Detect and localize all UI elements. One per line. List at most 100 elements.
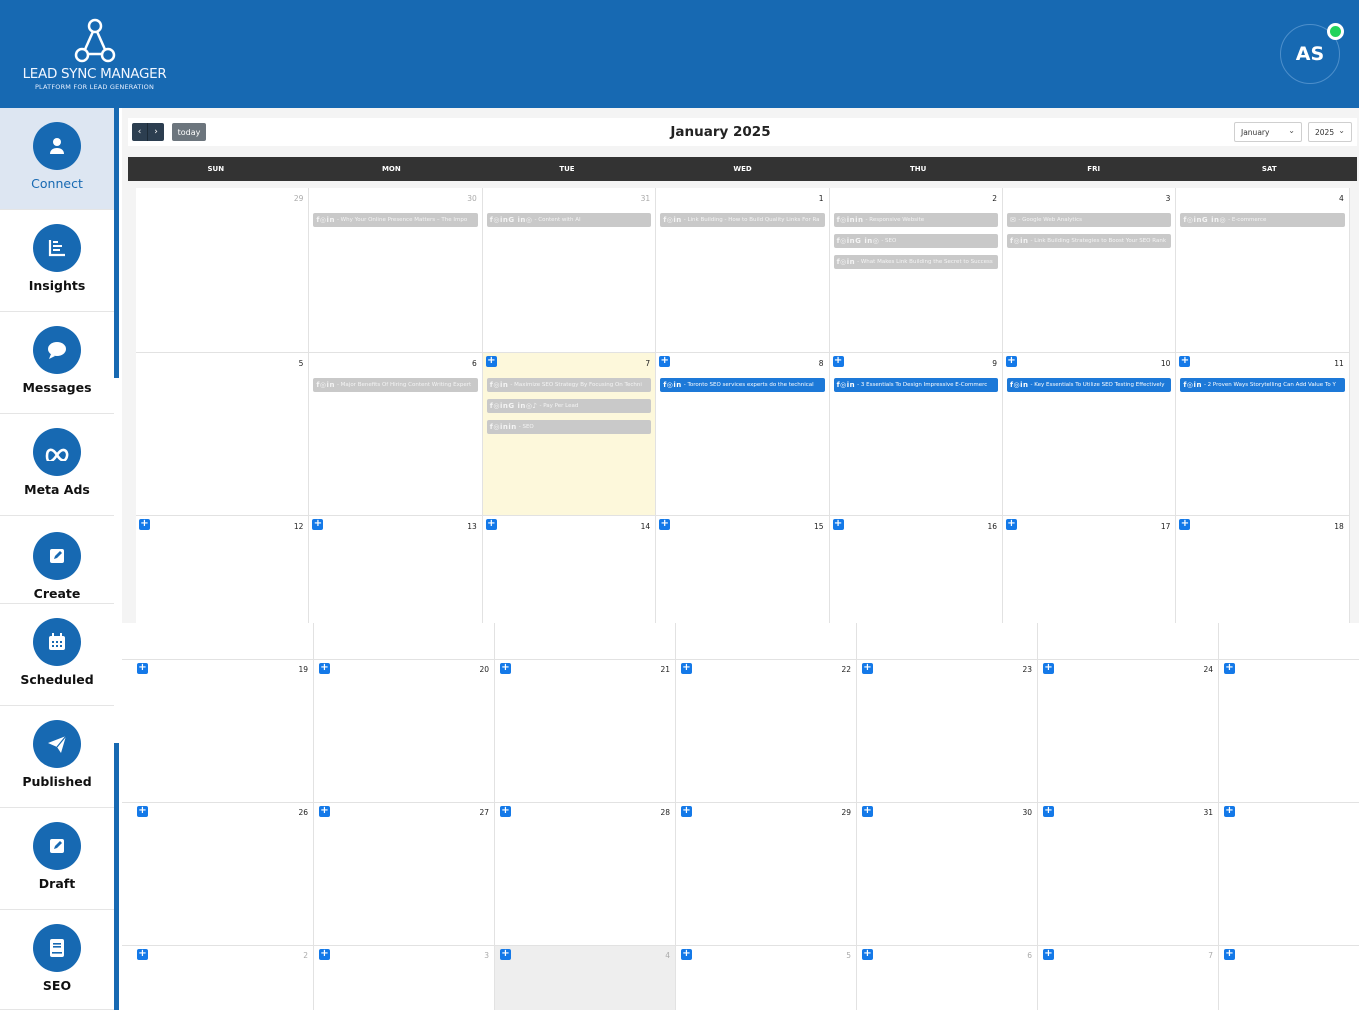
add-post-button[interactable]: + <box>832 356 844 367</box>
sidebar-item-create[interactable]: Create <box>0 516 114 604</box>
scheduled-post-event[interactable]: f◎in - 3 Essentials To Design Impressive … <box>833 378 998 392</box>
scheduled-post-event[interactable]: f◎inin - Responsive Website <box>833 213 998 227</box>
sidebar-item-insights[interactable]: Insights <box>0 210 114 312</box>
day-cell[interactable]: +31 <box>1037 802 1218 945</box>
day-cell[interactable]: +27 <box>313 802 494 945</box>
scheduled-post-event[interactable]: f◎inin - SEO <box>486 420 652 434</box>
add-post-button[interactable]: + <box>500 949 511 960</box>
sidebar-item-meta-ads[interactable]: Meta Ads <box>0 414 114 516</box>
add-post-button[interactable]: + <box>137 663 148 674</box>
day-cell[interactable]: +5 <box>675 945 856 1010</box>
add-post-button[interactable]: + <box>137 806 148 817</box>
sidebar-item-connect[interactable]: Connect <box>0 108 114 210</box>
day-cell[interactable]: + <box>1218 945 1359 1010</box>
day-cell[interactable]: +28 <box>494 802 675 945</box>
sidebar-item-messages[interactable]: Messages <box>0 312 114 414</box>
day-cell[interactable]: 1 f◎in - Link Building - How to Build Qual… <box>656 188 830 352</box>
day-cell[interactable]: +20 <box>313 659 494 802</box>
scheduled-post-event[interactable]: f◎in - 2 Proven Ways Storytelling Can Add… <box>1180 378 1345 392</box>
scheduled-post-event[interactable]: f◎inG in◎ - SEO <box>833 234 998 248</box>
add-post-button[interactable]: + <box>139 519 150 530</box>
day-cell[interactable]: +13 <box>309 515 483 623</box>
scheduled-post-event[interactable]: f◎in - Toronto SEO services experts do th… <box>660 378 825 392</box>
sidebar-item-scheduled[interactable]: Scheduled <box>0 604 114 706</box>
year-select[interactable]: 2025 ⌄ <box>1308 122 1352 142</box>
day-cell[interactable]: +14 <box>482 515 657 623</box>
day-cell[interactable]: +7 f◎in - Maximize SEO Strategy By Focusin… <box>482 352 657 515</box>
day-cell[interactable]: +23 <box>856 659 1037 802</box>
add-post-button[interactable]: + <box>681 663 692 674</box>
day-cell[interactable]: +18 <box>1176 515 1350 623</box>
day-cell[interactable]: 30 f◎in - Why Your Online Presence Matters… <box>309 188 483 352</box>
day-cell[interactable]: +30 <box>856 802 1037 945</box>
add-post-button[interactable]: + <box>659 519 671 530</box>
add-post-button[interactable]: + <box>312 519 324 530</box>
scheduled-post-event[interactable]: f◎in - Link Building - How to Build Quali… <box>660 213 825 227</box>
day-cell[interactable]: +11 f◎in - 2 Proven Ways Storytelling Can … <box>1176 352 1350 515</box>
day-cell[interactable]: +16 <box>829 515 1003 623</box>
day-cell[interactable]: +7 <box>1037 945 1218 1010</box>
sidebar-scrollbar[interactable] <box>114 743 119 1010</box>
add-post-button[interactable]: + <box>319 806 330 817</box>
add-post-button[interactable]: + <box>319 949 330 960</box>
day-cell[interactable]: +21 <box>494 659 675 802</box>
scheduled-post-event[interactable]: f◎in - Why Your Online Presence Matters –… <box>313 213 478 227</box>
day-cell[interactable]: +22 <box>675 659 856 802</box>
day-cell[interactable]: +9 f◎in - 3 Essentials To Design Impressiv… <box>829 352 1003 515</box>
scheduled-post-event[interactable]: f◎in - What Makes Link Building the Secre… <box>833 255 998 269</box>
day-cell[interactable]: +4 <box>494 945 675 1010</box>
day-cell[interactable]: +3 <box>313 945 494 1010</box>
add-post-button[interactable]: + <box>1006 356 1017 367</box>
add-post-button[interactable]: + <box>1179 519 1191 530</box>
add-post-button[interactable]: + <box>1224 806 1235 817</box>
add-post-button[interactable]: + <box>832 519 844 530</box>
day-cell[interactable]: 5 <box>136 352 310 515</box>
day-cell[interactable]: +17 <box>1003 515 1177 623</box>
sidebar-item-seo[interactable]: SEO <box>0 910 114 1010</box>
day-cell[interactable]: +2 <box>122 945 313 1010</box>
add-post-button[interactable]: + <box>137 949 148 960</box>
day-cell[interactable]: 4 f◎inG in◎ - E-commerce <box>1176 188 1350 352</box>
add-post-button[interactable]: + <box>681 806 692 817</box>
add-post-button[interactable]: + <box>485 356 497 367</box>
day-cell[interactable]: 6 f◎in - Major Benefits Of Hiring Content … <box>309 352 483 515</box>
add-post-button[interactable]: + <box>659 356 671 367</box>
brand-logo[interactable]: LEAD SYNC MANAGER PLATFORM FOR LEAD GENE… <box>22 18 167 93</box>
day-cell[interactable]: +15 <box>656 515 830 623</box>
add-post-button[interactable]: + <box>862 806 873 817</box>
add-post-button[interactable]: + <box>500 806 511 817</box>
day-cell[interactable]: +6 <box>856 945 1037 1010</box>
day-cell[interactable]: 29 <box>136 188 310 352</box>
day-cell[interactable]: + <box>1218 802 1359 945</box>
scheduled-post-event[interactable]: f◎in - Link Building Strategies to Boost … <box>1007 234 1172 248</box>
scheduled-post-event[interactable]: f◎inG in◎ - E-commerce <box>1180 213 1345 227</box>
scheduled-post-event[interactable]: f◎inG in◎ - Content with AI <box>486 213 652 227</box>
add-post-button[interactable]: + <box>500 663 511 674</box>
day-cell[interactable]: + <box>1218 659 1359 802</box>
sidebar-item-published[interactable]: Published <box>0 706 114 808</box>
day-cell[interactable]: +8 f◎in - Toronto SEO services experts do … <box>656 352 830 515</box>
add-post-button[interactable]: + <box>319 663 330 674</box>
add-post-button[interactable]: + <box>485 519 497 530</box>
add-post-button[interactable]: + <box>1043 949 1054 960</box>
day-cell[interactable]: +29 <box>675 802 856 945</box>
add-post-button[interactable]: + <box>1179 356 1191 367</box>
sidebar-scrollbar[interactable] <box>114 108 119 378</box>
scheduled-post-event[interactable]: f◎inG in◎♪ - Pay Per Lead <box>486 399 652 413</box>
add-post-button[interactable]: + <box>1224 949 1235 960</box>
day-cell[interactable]: 31 f◎inG in◎ - Content with AI <box>482 188 657 352</box>
scheduled-post-event[interactable]: f◎in - Major Benefits Of Hiring Content W… <box>313 378 478 392</box>
day-cell[interactable]: +26 <box>122 802 313 945</box>
add-post-button[interactable]: + <box>862 663 873 674</box>
month-select[interactable]: January ⌄ <box>1234 122 1302 142</box>
day-cell[interactable]: +10 f◎in - Key Essentials To Utilize SEO T… <box>1003 352 1177 515</box>
day-cell[interactable]: 2 f◎inin - Responsive Website f◎inG in◎ - SE… <box>829 188 1003 352</box>
sidebar-item-draft[interactable]: Draft <box>0 808 114 910</box>
day-cell[interactable]: +19 <box>122 659 313 802</box>
day-cell[interactable]: +12 <box>136 515 310 623</box>
add-post-button[interactable]: + <box>1006 519 1017 530</box>
add-post-button[interactable]: + <box>1043 663 1054 674</box>
add-post-button[interactable]: + <box>1043 806 1054 817</box>
add-post-button[interactable]: + <box>862 949 873 960</box>
day-cell[interactable]: +24 <box>1037 659 1218 802</box>
